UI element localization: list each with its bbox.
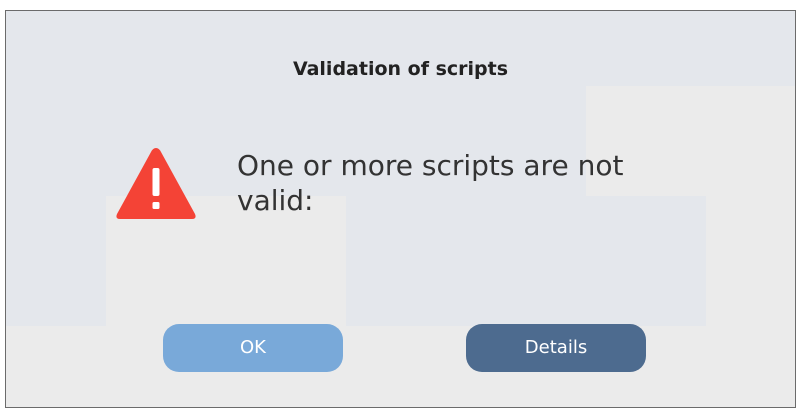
ok-button[interactable]: OK bbox=[163, 324, 343, 372]
background-panel bbox=[6, 196, 106, 326]
dialog-message: One or more scripts are not valid: bbox=[237, 149, 624, 217]
warning-triangle-icon bbox=[114, 144, 198, 222]
dialog-title: Validation of scripts bbox=[292, 58, 509, 80]
details-button[interactable]: Details bbox=[466, 324, 646, 372]
validation-dialog: Validation of scripts One or more script… bbox=[5, 10, 796, 408]
